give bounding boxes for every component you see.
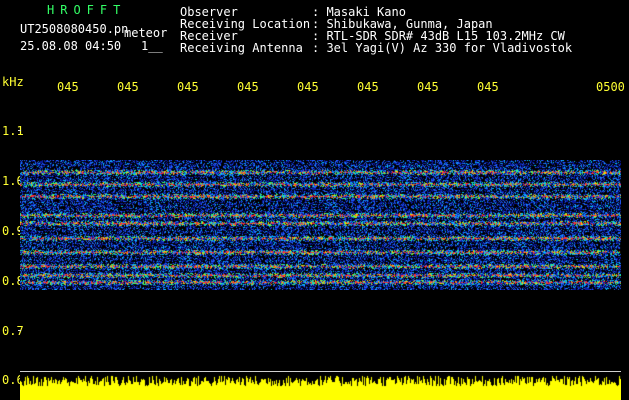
- program-title: HROFFT: [47, 3, 127, 17]
- time-tick-label-end: 0500: [596, 80, 625, 94]
- time-tick-label: 045: [117, 80, 139, 94]
- time-tick-label: 045: [57, 80, 79, 94]
- time-tick-label: 045: [417, 80, 439, 94]
- time-tick-label: 045: [357, 80, 379, 94]
- time-tick-label: 045: [177, 80, 199, 94]
- y-tick: [18, 330, 21, 331]
- unit-label: kHz: [2, 75, 24, 89]
- time-tick-label: 045: [237, 80, 259, 94]
- info-label-antenna: Receiving Antenna: [180, 41, 303, 55]
- amplitude-strip: [20, 375, 621, 400]
- counter-label: 1__: [141, 39, 163, 53]
- y-tick: [18, 130, 21, 131]
- hrofft-window: HROFFT UT2508080450.pn meteor 25.08.08 0…: [0, 0, 629, 400]
- meteor-label: meteor: [124, 26, 168, 40]
- amplitude-baseline: [20, 371, 621, 372]
- filename-label: UT2508080450.pn: [20, 22, 129, 36]
- time-tick-label: 045: [477, 80, 499, 94]
- time-tick-label: 045: [297, 80, 319, 94]
- timestamp-label: 25.08.08 04:50: [20, 39, 122, 53]
- freq-tick-label: 0.7: [2, 324, 24, 338]
- info-value-antenna: : 3el Yagi(V) Az 330 for Vladivostok: [312, 41, 573, 55]
- freq-tick-label: 1.1: [2, 124, 24, 138]
- spectrogram: [20, 160, 621, 290]
